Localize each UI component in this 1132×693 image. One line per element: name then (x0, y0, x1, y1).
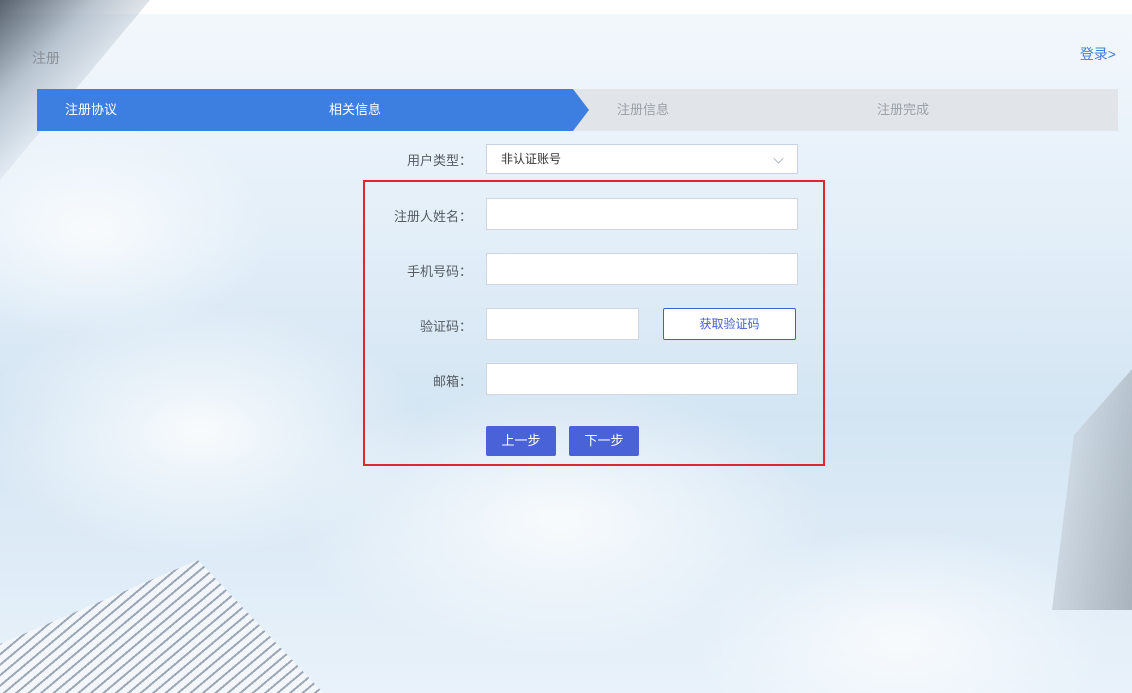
login-link[interactable]: 登录> (1080, 44, 1116, 64)
building-right-graphic (1052, 360, 1132, 610)
email-input[interactable] (486, 363, 798, 395)
user-type-label: 用户类型： (406, 153, 472, 168)
name-input[interactable] (486, 198, 798, 230)
page-title: 注册 (32, 50, 60, 66)
code-label: 验证码： (419, 319, 472, 334)
step-register-complete: 注册完成 (841, 89, 1118, 131)
code-input[interactable] (486, 308, 639, 340)
phone-label: 手机号码： (406, 264, 472, 279)
prev-step-button[interactable]: 上一步 (486, 426, 556, 456)
top-strip (0, 0, 1132, 14)
chevron-down-icon (773, 153, 784, 164)
step-progress-bar: 注册协议 相关信息 注册信息 注册完成 (37, 89, 1118, 131)
step-register-agreement: 注册协议 (37, 89, 325, 131)
building-bottom-graphic (0, 560, 330, 693)
step-related-info: 相关信息 (305, 89, 593, 131)
name-label: 注册人姓名： (393, 209, 472, 224)
user-type-select[interactable]: 非认证账号 (486, 144, 798, 174)
next-step-button[interactable]: 下一步 (569, 426, 639, 456)
get-code-button[interactable]: 获取验证码 (663, 308, 796, 340)
user-type-value: 非认证账号 (501, 152, 562, 166)
phone-input[interactable] (486, 253, 798, 285)
step-register-info: 注册信息 (573, 89, 861, 131)
email-label: 邮箱： (432, 374, 472, 389)
